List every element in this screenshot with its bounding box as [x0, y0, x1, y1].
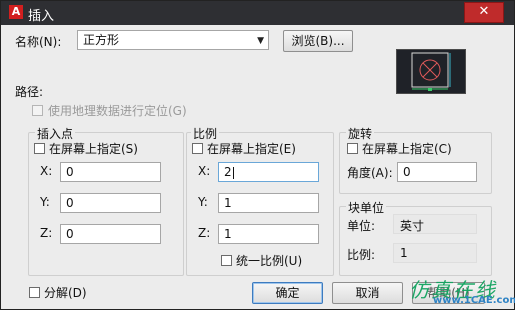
close-icon: ✕ — [478, 4, 490, 19]
unit-value: 英寸 — [393, 214, 477, 234]
scale-z-label: Z: — [198, 226, 211, 240]
insertion-y-input[interactable]: 0 — [60, 193, 161, 213]
rotation-specify-label: 在屏幕上指定(C) — [362, 142, 452, 156]
insert-dialog: A 插入 ✕ 名称(N): 正方形 ▼ 浏览(B)... 路径: 使用地理数据进… — [0, 0, 515, 310]
uniform-scale-label: 统一比例(U) — [236, 254, 303, 268]
scale-y-input[interactable]: 1 — [218, 193, 319, 213]
explode-label: 分解(D) — [44, 286, 87, 300]
dialog-title: 插入 — [28, 9, 55, 24]
angle-label: 角度(A): — [347, 166, 393, 180]
ok-button[interactable]: 确定 — [252, 282, 323, 304]
cancel-button[interactable]: 取消 — [332, 282, 403, 304]
text-caret — [232, 166, 234, 179]
uniform-scale-checkbox[interactable] — [221, 255, 232, 266]
scale-specify-checkbox[interactable] — [192, 143, 203, 154]
ratio-label: 比例: — [347, 248, 376, 262]
scale-x-input[interactable]: 2 — [218, 162, 319, 182]
block-preview — [396, 49, 466, 94]
insertion-y-label: Y: — [40, 195, 50, 209]
square-block-preview-icon — [411, 52, 451, 91]
block-unit-title: 块单位 — [346, 199, 387, 216]
angle-input[interactable]: 0 — [397, 162, 477, 182]
scale-specify-label: 在屏幕上指定(E) — [207, 142, 296, 156]
path-label: 路径: — [15, 85, 44, 99]
insertion-z-input[interactable]: 0 — [60, 224, 161, 244]
insertion-z-label: Z: — [40, 226, 53, 240]
watermark-url: www.1CAE.com — [433, 295, 515, 306]
ratio-value: 1 — [393, 243, 477, 263]
browse-button[interactable]: 浏览(B)... — [283, 30, 353, 52]
block-name-dropdown[interactable]: 正方形 ▼ — [77, 30, 269, 50]
scale-x-label: X: — [198, 164, 211, 178]
explode-checkbox[interactable] — [29, 287, 40, 298]
insertion-x-input[interactable]: 0 — [60, 162, 161, 182]
geo-checkbox[interactable] — [32, 105, 43, 116]
close-button[interactable]: ✕ — [464, 2, 504, 23]
geo-label: 使用地理数据进行定位(G) — [48, 104, 187, 118]
autocad-logo-icon: A — [9, 5, 23, 19]
insertion-x-label: X: — [40, 164, 53, 178]
block-name-value: 正方形 — [83, 33, 120, 47]
chevron-down-icon: ▼ — [257, 36, 264, 46]
name-label: 名称(N): — [15, 35, 62, 49]
insertion-specify-label: 在屏幕上指定(S) — [49, 142, 138, 156]
scale-x-value: 2 — [224, 165, 232, 179]
rotation-specify-checkbox[interactable] — [347, 143, 358, 154]
title-bar[interactable]: A 插入 ✕ — [1, 1, 514, 25]
unit-label: 单位: — [347, 219, 376, 233]
insertion-specify-checkbox[interactable] — [34, 143, 45, 154]
scale-y-label: Y: — [198, 195, 208, 209]
scale-z-input[interactable]: 1 — [218, 224, 319, 244]
